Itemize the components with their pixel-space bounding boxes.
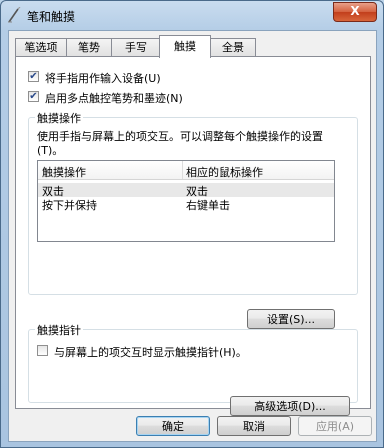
use-finger-checkbox[interactable]: ✔: [28, 71, 39, 82]
cancel-button[interactable]: 取消: [217, 416, 291, 436]
tab-flicks[interactable]: 笔势: [66, 38, 112, 57]
multitouch-checkbox[interactable]: ✔: [28, 91, 39, 102]
list-item[interactable]: 双击 双击: [38, 183, 334, 198]
window-title: 笔和触摸: [27, 10, 76, 24]
tab-handwriting[interactable]: 手写: [111, 38, 161, 57]
list-header: 触摸操作 相应的鼠标操作: [38, 161, 334, 180]
column-mouse-action[interactable]: 相应的鼠标操作: [186, 164, 263, 180]
touch-action-cell: 按下并保持: [42, 199, 97, 212]
settings-button[interactable]: 设置(S)...: [247, 309, 335, 329]
tab-panning[interactable]: 全景: [210, 38, 256, 57]
close-button[interactable]: X: [333, 2, 377, 22]
tab-pen-options[interactable]: 笔选项: [15, 38, 67, 57]
tab-touch[interactable]: 触摸: [159, 35, 211, 58]
show-pointer-checkbox[interactable]: [37, 345, 48, 356]
column-divider[interactable]: [182, 161, 183, 179]
dialog-client: 笔选项 笔势 手写 触摸 全景 ✔ 将手指用作输入设备(U) ✔ 启用多点触控笔…: [8, 30, 377, 442]
multitouch-label: 启用多点触控笔势和墨迹(N): [45, 92, 183, 105]
touch-actions-title: 触摸操作: [35, 110, 83, 126]
touch-pointer-title: 触摸指针: [35, 322, 83, 338]
mouse-action-cell: 右键单击: [186, 199, 230, 212]
column-touch-action[interactable]: 触摸操作: [42, 164, 86, 180]
tab-panel-touch: ✔ 将手指用作输入设备(U) ✔ 启用多点触控笔势和墨迹(N) 触摸操作 使用手…: [15, 56, 371, 416]
touch-actions-description: 使用手指与屏幕上的项交互。可以调整每个触摸操作的设置(T)。: [37, 130, 323, 157]
show-pointer-label: 与屏幕上的项交互时显示触摸指针(H)。: [54, 346, 247, 359]
use-finger-label: 将手指用作输入设备(U): [45, 72, 161, 85]
ok-button[interactable]: 确定: [136, 416, 210, 436]
touch-actions-list[interactable]: 触摸操作 相应的鼠标操作 双击 双击 按下并保持 右键单击: [37, 160, 335, 242]
title-bar[interactable]: 笔和触摸 X: [1, 1, 383, 29]
pen-icon: [7, 6, 21, 23]
close-icon: X: [350, 4, 360, 18]
pen-touch-window: 笔和触摸 X 笔选项 笔势 手写 触摸 全景 ✔ 将手指用作输入设备(U) ✔ …: [0, 0, 384, 448]
touch-pointer-group: 触摸指针 与屏幕上的项交互时显示触摸指针(H)。: [28, 322, 358, 403]
apply-button[interactable]: 应用(A): [298, 416, 372, 436]
list-item[interactable]: 按下并保持 右键单击: [38, 197, 334, 212]
advanced-options-button[interactable]: 高级选项(D)...: [230, 396, 350, 416]
touch-actions-group: 触摸操作 使用手指与屏幕上的项交互。可以调整每个触摸操作的设置(T)。 触摸操作…: [28, 110, 358, 329]
